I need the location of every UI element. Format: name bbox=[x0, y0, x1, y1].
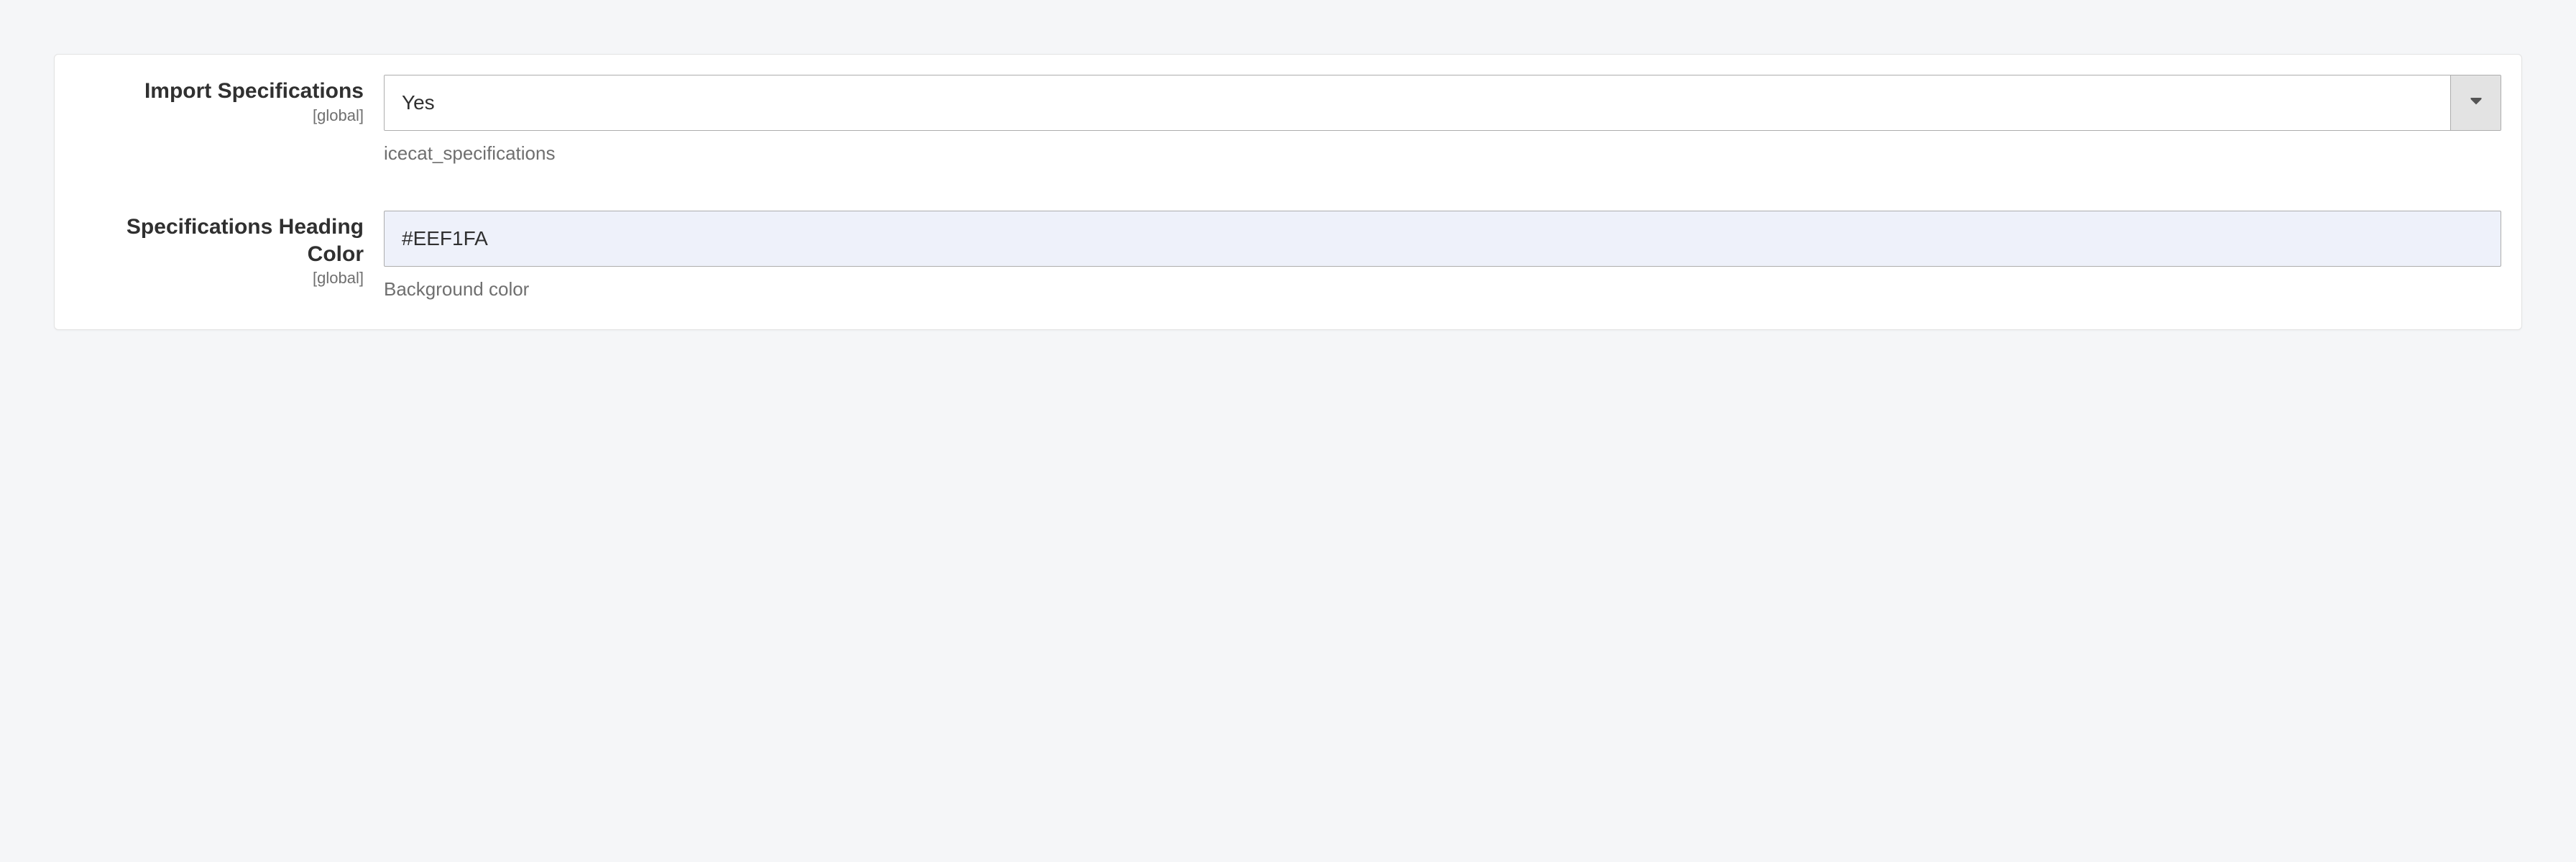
import-specifications-note: icecat_specifications bbox=[384, 142, 2501, 165]
settings-panel: Import Specifications [global] Yes iceca… bbox=[54, 54, 2522, 330]
select-dropdown-button[interactable] bbox=[2450, 75, 2501, 130]
control-column: Yes icecat_specifications bbox=[384, 75, 2501, 165]
label-column: Specifications Heading Color [global] bbox=[75, 211, 384, 288]
import-specifications-select[interactable]: Yes bbox=[384, 75, 2501, 131]
specifications-heading-color-note: Background color bbox=[384, 278, 2501, 301]
chevron-down-icon bbox=[2470, 96, 2483, 109]
import-specifications-scope: [global] bbox=[75, 106, 364, 125]
field-row-import-specifications: Import Specifications [global] Yes iceca… bbox=[75, 75, 2501, 165]
import-specifications-select-value: Yes bbox=[385, 75, 2450, 130]
import-specifications-label: Import Specifications bbox=[75, 78, 364, 105]
specifications-heading-color-scope: [global] bbox=[75, 269, 364, 288]
control-column: Background color bbox=[384, 211, 2501, 301]
specifications-heading-color-label: Specifications Heading Color bbox=[75, 214, 364, 267]
label-column: Import Specifications [global] bbox=[75, 75, 384, 125]
specifications-heading-color-input[interactable] bbox=[384, 211, 2501, 267]
field-row-specifications-heading-color: Specifications Heading Color [global] Ba… bbox=[75, 211, 2501, 301]
